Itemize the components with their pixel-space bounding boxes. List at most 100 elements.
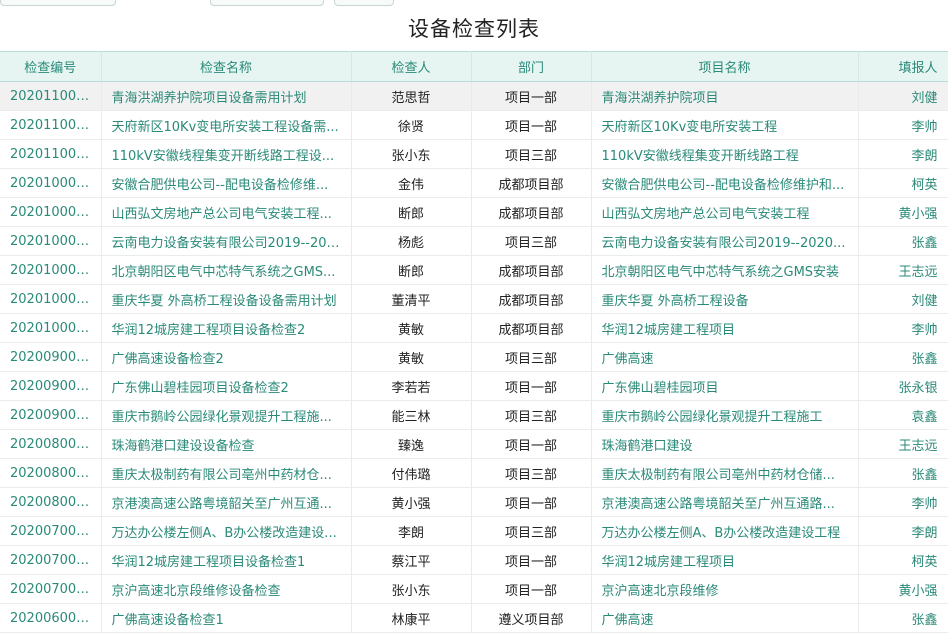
cell-inspection-id: 2020090001 (0, 400, 102, 430)
table-row[interactable]: 2020090001 重庆市鹅岭公园绿化景观提升工程施... 能三林 项目三部 重庆市鹅… (0, 400, 948, 430)
table-row[interactable]: 2020100001 华润12城房建工程项目设备检查2 黄敏 成都项目部 华润12城房建… (0, 313, 948, 343)
cell-inspection-name[interactable]: 重庆华夏 外高桥工程设备设备需用计划 (101, 284, 352, 314)
toolbar-button[interactable] (334, 0, 394, 6)
cell-inspector: 李朗 (351, 516, 472, 546)
cell-inspector: 臻逸 (351, 429, 472, 459)
cell-inspection-name[interactable]: 重庆市鹅岭公园绿化景观提升工程施... (101, 400, 352, 430)
cell-department: 遵义项目部 (471, 603, 592, 633)
cell-inspector: 徐贤 (351, 110, 472, 140)
cell-project-name[interactable]: 天府新区10Kv变电所安装工程 (591, 110, 859, 140)
cell-filler: 李帅 (858, 487, 948, 517)
cell-inspection-id: 2020080001 (0, 487, 102, 517)
table-row[interactable]: 2020100002 重庆华夏 外高桥工程设备设备需用计划 董清平 成都项目部 重庆华夏… (0, 284, 948, 314)
cell-department: 项目一部 (471, 545, 592, 575)
table-row[interactable]: 2020080002 重庆太极制药有限公司亳州中药材仓... 付伟璐 项目三部 重庆太极… (0, 458, 948, 488)
cell-inspection-name[interactable]: 万达办公楼左侧A、B办公楼改造建设... (101, 516, 352, 546)
cell-department: 项目三部 (471, 342, 592, 372)
cell-inspector: 黄小强 (351, 487, 472, 517)
cell-department: 成都项目部 (471, 284, 592, 314)
table-row[interactable]: 2020060003 广佛高速设备检查1 林康平 遵义项目部 广佛高速 张鑫 (0, 603, 948, 633)
table-row[interactable]: 2020110003 青海洪湖养护院项目设备需用计划 范思哲 项目一部 青海洪湖养护院项… (0, 81, 948, 111)
cell-project-name[interactable]: 京沪高速北京段维修 (591, 574, 859, 604)
column-header-name[interactable]: 检查名称 (101, 51, 352, 82)
table-row[interactable]: 2020100005 山西弘文房地产总公司电气安装工程... 断郎 成都项目部 山西弘文… (0, 197, 948, 227)
cell-project-name[interactable]: 重庆市鹅岭公园绿化景观提升工程施工 (591, 400, 859, 430)
cell-inspection-name[interactable]: 京沪高速北京段维修设备检查 (101, 574, 352, 604)
cell-filler: 张鑫 (858, 226, 948, 256)
cell-inspection-name[interactable]: 华润12城房建工程项目设备检查2 (101, 313, 352, 343)
cell-department: 项目三部 (471, 139, 592, 169)
cell-inspection-name[interactable]: 广东佛山碧桂园项目设备检查2 (101, 371, 352, 401)
column-header-project[interactable]: 项目名称 (591, 51, 859, 82)
cell-project-name[interactable]: 珠海鹤港口建设 (591, 429, 859, 459)
cell-project-name[interactable]: 万达办公楼左侧A、B办公楼改造建设工程 (591, 516, 859, 546)
cell-project-name[interactable]: 华润12城房建工程项目 (591, 545, 859, 575)
cell-filler: 李朗 (858, 139, 948, 169)
cell-department: 成都项目部 (471, 255, 592, 285)
cell-project-name[interactable]: 北京朝阳区电气中芯特气系统之GMS安装 (591, 255, 859, 285)
cell-project-name[interactable]: 京港澳高速公路粤境韶关至广州互通路... (591, 487, 859, 517)
column-header-inspector[interactable]: 检查人 (351, 51, 472, 82)
cell-project-name[interactable]: 重庆华夏 外高桥工程设备 (591, 284, 859, 314)
column-header-id[interactable]: 检查编号 (0, 51, 102, 82)
cell-inspection-name[interactable]: 青海洪湖养护院项目设备需用计划 (101, 81, 352, 111)
cell-inspection-name[interactable]: 珠海鹤港口建设设备检查 (101, 429, 352, 459)
cell-project-name[interactable]: 广东佛山碧桂园项目 (591, 371, 859, 401)
cell-project-name[interactable]: 青海洪湖养护院项目 (591, 81, 859, 111)
cell-filler: 黄小强 (858, 197, 948, 227)
table-row[interactable]: 2020070001 京沪高速北京段维修设备检查 张小东 项目一部 京沪高速北京段维修黄… (0, 574, 948, 604)
cell-inspector: 林康平 (351, 603, 472, 633)
cell-project-name[interactable]: 山西弘文房地产总公司电气安装工程 (591, 197, 859, 227)
cell-project-name[interactable]: 安徽合肥供电公司--配电设备检修维护和... (591, 168, 859, 198)
cell-inspection-name[interactable]: 云南电力设备安装有限公司2019--202... (101, 226, 352, 256)
cell-inspection-name[interactable]: 山西弘文房地产总公司电气安装工程... (101, 197, 352, 227)
cell-inspector: 断郎 (351, 255, 472, 285)
cell-inspection-name[interactable]: 天府新区10Kv变电所安装工程设备需... (101, 110, 352, 140)
cell-inspection-id: 2020100004 (0, 226, 102, 256)
table-row[interactable]: 2020100004 云南电力设备安装有限公司2019--202... 杨彪 项目三部… (0, 226, 948, 256)
table-row[interactable]: 2020070002 华润12城房建工程项目设备检查1 蔡江平 项目一部 华润12城房建… (0, 545, 948, 575)
cell-project-name[interactable]: 广佛高速 (591, 603, 859, 633)
top-toolbar (0, 0, 948, 6)
cell-project-name[interactable]: 云南电力设备安装有限公司2019--2020... (591, 226, 859, 256)
cell-filler: 柯英 (858, 168, 948, 198)
cell-inspection-name[interactable]: 110kV安徽线程集变开断线路工程设... (101, 139, 352, 169)
cell-inspection-name[interactable]: 北京朝阳区电气中芯特气系统之GMS... (101, 255, 352, 285)
table-row[interactable]: 2020100003 北京朝阳区电气中芯特气系统之GMS... 断郎 成都项目部 北京朝… (0, 255, 948, 285)
cell-inspection-name[interactable]: 广佛高速设备检查2 (101, 342, 352, 372)
column-header-dept[interactable]: 部门 (471, 51, 592, 82)
cell-project-name[interactable]: 华润12城房建工程项目 (591, 313, 859, 343)
table-row[interactable]: 2020090002 广东佛山碧桂园项目设备检查2 李若若 项目一部 广东佛山碧桂园项目… (0, 371, 948, 401)
cell-department: 项目一部 (471, 81, 592, 111)
table-row[interactable]: 2020110002 天府新区10Kv变电所安装工程设备需... 徐贤 项目一部 天府新… (0, 110, 948, 140)
cell-department: 项目三部 (471, 516, 592, 546)
cell-project-name[interactable]: 重庆太极制药有限公司亳州中药材仓储... (591, 458, 859, 488)
cell-inspection-id: 2020070002 (0, 545, 102, 575)
cell-filler: 袁鑫 (858, 400, 948, 430)
cell-inspection-name[interactable]: 安徽合肥供电公司--配电设备检修维... (101, 168, 352, 198)
cell-inspector: 杨彪 (351, 226, 472, 256)
table-row[interactable]: 2020110001 110kV安徽线程集变开断线路工程设... 张小东 项目三部 11… (0, 139, 948, 169)
toolbar-button[interactable] (210, 0, 324, 6)
cell-inspector: 金伟 (351, 168, 472, 198)
page-root: 设备检查列表 检查编号 检查名称 检查人 部门 项目名称 填报人 2020110… (0, 0, 948, 635)
table-row[interactable]: 2020090003 广佛高速设备检查2 黄敏 项目三部 广佛高速 张鑫 (0, 342, 948, 372)
cell-inspector: 断郎 (351, 197, 472, 227)
table-row[interactable]: 2020080001 京港澳高速公路粤境韶关至广州互通... 黄小强 项目一部 京港澳高… (0, 487, 948, 517)
cell-inspection-name[interactable]: 华润12城房建工程项目设备检查1 (101, 545, 352, 575)
cell-inspection-name[interactable]: 广佛高速设备检查1 (101, 603, 352, 633)
cell-project-name[interactable]: 110kV安徽线程集变开断线路工程 (591, 139, 859, 169)
toolbar-button[interactable] (0, 0, 116, 6)
cell-inspection-name[interactable]: 京港澳高速公路粤境韶关至广州互通... (101, 487, 352, 517)
cell-filler: 李帅 (858, 110, 948, 140)
cell-inspector: 张小东 (351, 574, 472, 604)
cell-department: 项目一部 (471, 429, 592, 459)
table-row[interactable]: 2020080003 珠海鹤港口建设设备检查 臻逸 项目一部 珠海鹤港口建设 王志远 (0, 429, 948, 459)
cell-inspection-name[interactable]: 重庆太极制药有限公司亳州中药材仓... (101, 458, 352, 488)
column-header-filler[interactable]: 填报人 (858, 51, 948, 82)
table-row[interactable]: 2020100006 安徽合肥供电公司--配电设备检修维... 金伟 成都项目部 安徽合… (0, 168, 948, 198)
table-row[interactable]: 2020070003 万达办公楼左侧A、B办公楼改造建设... 李朗 项目三部 万达办公… (0, 516, 948, 546)
cell-filler: 张永银 (858, 371, 948, 401)
cell-project-name[interactable]: 广佛高速 (591, 342, 859, 372)
cell-inspection-id: 2020100003 (0, 255, 102, 285)
